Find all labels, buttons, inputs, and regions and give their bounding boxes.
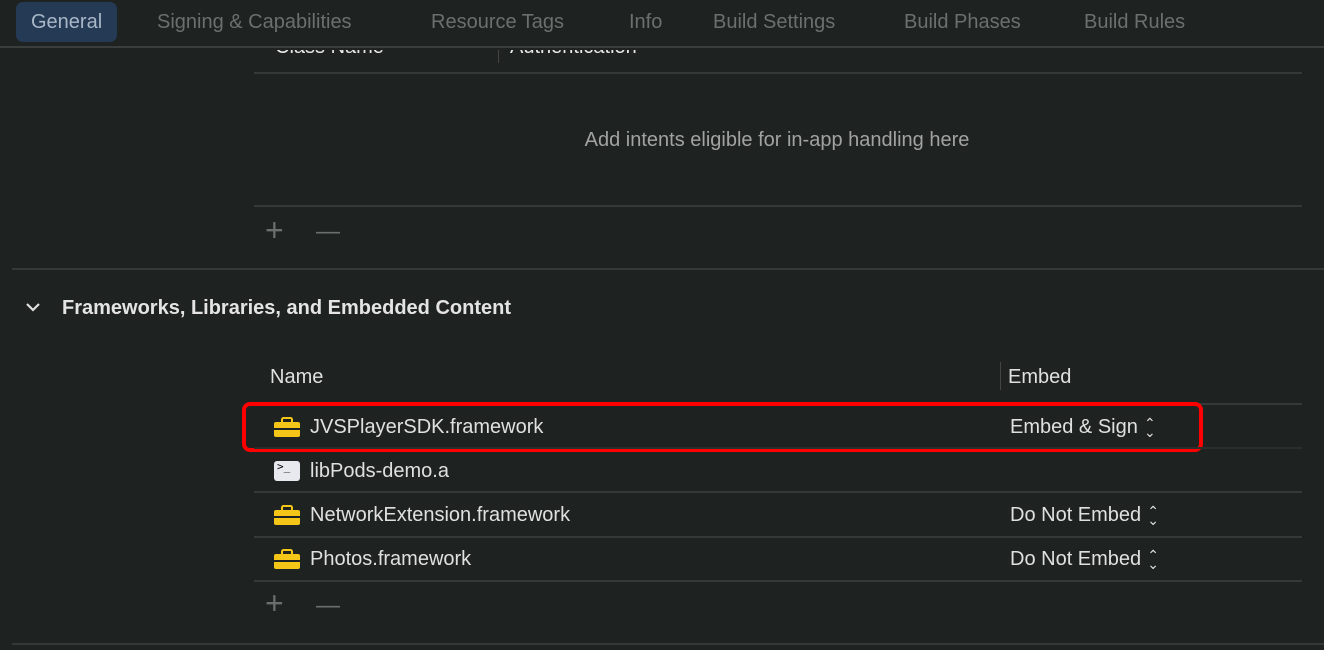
tab-build-phases[interactable]: Build Phases: [889, 2, 1036, 42]
remove-intent-button[interactable]: —: [316, 218, 340, 246]
file-name[interactable]: libPods-demo.a: [310, 460, 449, 483]
chevron-updown-icon: ⌃ ⌄: [1147, 502, 1160, 528]
column-embed[interactable]: Embed: [1008, 366, 1071, 389]
section-divider: [12, 268, 1324, 270]
toolbox-icon: [274, 549, 300, 569]
chevron-down-icon[interactable]: [24, 298, 42, 316]
column-divider: [1000, 362, 1001, 390]
divider: [254, 491, 1302, 493]
chevron-updown-icon: ⌃ ⌄: [1147, 546, 1160, 572]
tab-general[interactable]: General: [16, 2, 118, 42]
divider: [254, 536, 1302, 538]
divider: [254, 580, 1302, 582]
intents-placeholder: Add intents eligible for in-app handling…: [584, 129, 970, 151]
add-framework-button[interactable]: +: [265, 585, 284, 622]
column-name[interactable]: Name: [270, 366, 323, 389]
file-name[interactable]: NetworkExtension.framework: [310, 504, 570, 527]
tab-resource-tags[interactable]: Resource Tags: [416, 2, 579, 42]
tab-build-rules[interactable]: Build Rules: [1069, 2, 1200, 42]
file-name[interactable]: Photos.framework: [310, 548, 471, 571]
toolbox-icon: [274, 505, 300, 525]
embed-value: Do Not Embed: [1010, 548, 1142, 570]
divider: [254, 205, 1302, 207]
remove-framework-button[interactable]: —: [316, 592, 340, 620]
divider: [254, 447, 1302, 449]
embed-select[interactable]: Do Not Embed ⌃ ⌄: [1010, 548, 1159, 571]
tab-bar: General Signing & Capabilities Resource …: [0, 0, 1324, 48]
column-class-name: Class Name: [275, 50, 384, 59]
section-title: Frameworks, Libraries, and Embedded Cont…: [62, 297, 511, 319]
divider: [254, 72, 1302, 74]
tab-info[interactable]: Info: [614, 2, 677, 42]
section-divider: [12, 643, 1324, 645]
tab-build-settings[interactable]: Build Settings: [698, 2, 850, 42]
terminal-icon: >_: [274, 460, 300, 481]
column-authentication: Authentication: [510, 50, 637, 59]
highlight-box: [242, 402, 1203, 452]
embed-value: Do Not Embed: [1010, 504, 1142, 526]
embed-select[interactable]: Do Not Embed ⌃ ⌄: [1010, 504, 1159, 527]
column-divider: [498, 50, 499, 63]
add-intent-button[interactable]: +: [265, 212, 284, 249]
tab-signing-capabilities[interactable]: Signing & Capabilities: [142, 2, 367, 42]
